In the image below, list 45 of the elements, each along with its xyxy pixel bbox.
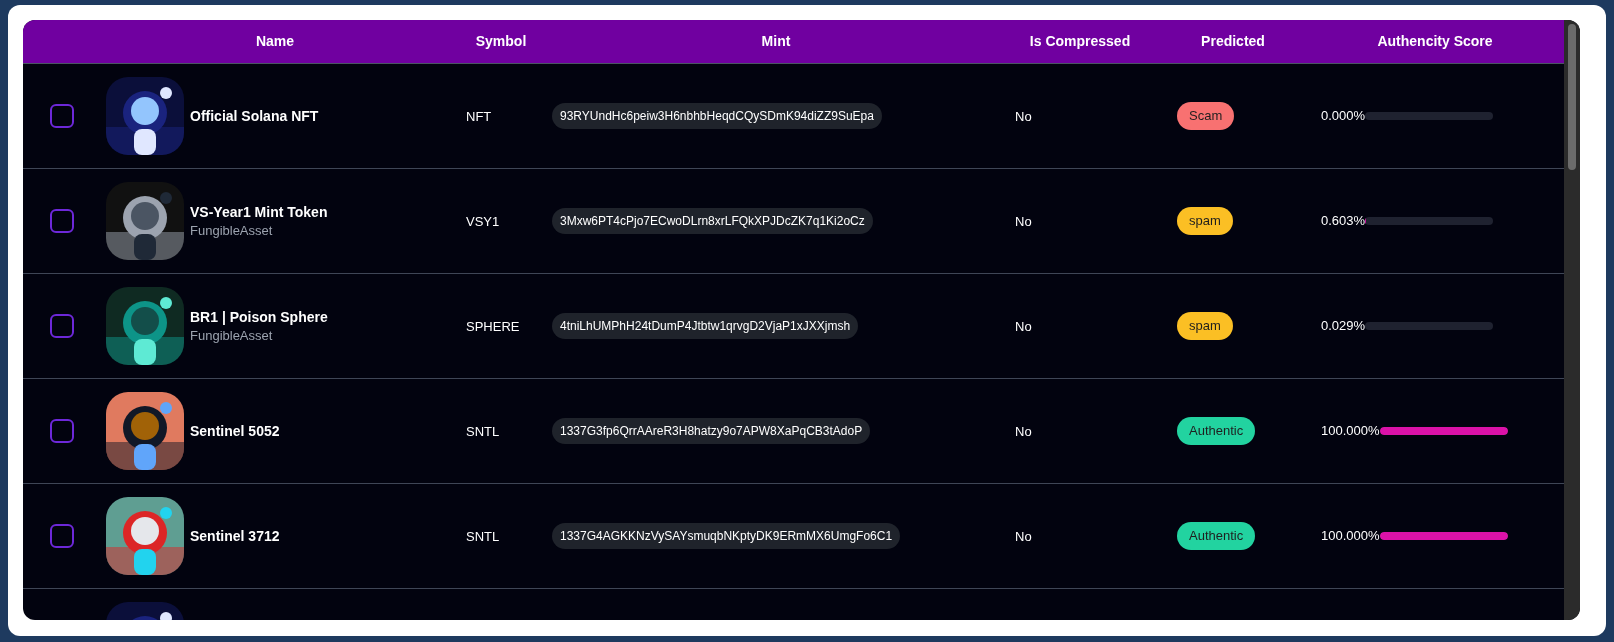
compressed-value: No bbox=[1015, 424, 1032, 439]
token-type: FungibleAsset bbox=[190, 222, 274, 240]
compressed-value: No bbox=[1015, 529, 1032, 544]
score-value: 0.029% bbox=[1321, 317, 1366, 336]
column-header: Predicted bbox=[1201, 32, 1265, 51]
score-value: 100.000% bbox=[1321, 422, 1380, 441]
token-symbol: SNTL bbox=[466, 424, 500, 439]
column-header: Mint bbox=[761, 32, 791, 51]
scrollbar-thumb[interactable] bbox=[1568, 24, 1576, 170]
token-name: Sentinel 5052 bbox=[190, 422, 280, 441]
mint-address: 4tniLhUMPhH24tDumP4Jtbtw1qrvgD2VjaP1xJXXjmsh bbox=[552, 313, 859, 339]
token-symbol: VSY1 bbox=[466, 214, 500, 229]
scrollbar[interactable] bbox=[1564, 20, 1580, 620]
score-value: 100.000% bbox=[1321, 527, 1380, 546]
token-symbol: SNTL bbox=[466, 529, 500, 544]
mint-address: 1337G4AGKKNzVySAYsmuqbNKptyDK9ERmMX6UmgFo6C1 bbox=[552, 523, 901, 549]
prediction-badge: Authentic bbox=[1177, 417, 1256, 445]
token-name: Sentinel 3712 bbox=[190, 527, 280, 546]
token-symbol: NFT bbox=[466, 109, 492, 124]
mint-address: 3Mxw6PT4cPjo7ECwoDLrn8xrLFQkXPJDcZK7q1Ki2oCz bbox=[552, 208, 873, 234]
checkbox[interactable] bbox=[49, 524, 74, 548]
column-header: Authencity Score bbox=[1377, 32, 1493, 51]
compressed-value: No bbox=[1015, 109, 1032, 124]
compressed-value: No bbox=[1015, 319, 1032, 334]
prediction-badge: spam bbox=[1177, 312, 1233, 340]
token-name: Official Solana NFT bbox=[190, 107, 319, 126]
compressed-value: No bbox=[1015, 214, 1032, 229]
checkbox[interactable] bbox=[49, 419, 74, 443]
score-value: 0.000% bbox=[1321, 107, 1366, 126]
column-header: Name bbox=[255, 32, 295, 51]
score-value: 0.603% bbox=[1321, 212, 1366, 231]
checkbox[interactable] bbox=[49, 209, 74, 233]
prediction-badge: Authentic bbox=[1177, 522, 1256, 550]
column-header: Symbol bbox=[475, 32, 527, 51]
column-header: Is Compressed bbox=[1029, 32, 1131, 51]
token-type: FungibleAsset bbox=[190, 327, 274, 345]
checkbox[interactable] bbox=[49, 314, 74, 338]
mint-address: 1337G3fp6QrrAAreR3H8hatzy9o7APW8XaPqCB3tAdoP bbox=[552, 418, 871, 444]
token-name: VS-Year1 Mint Token bbox=[190, 203, 328, 222]
prediction-badge: spam bbox=[1177, 207, 1233, 235]
checkbox[interactable] bbox=[49, 104, 74, 128]
mint-address: 93RYUndHc6peiw3H6nbhbHeqdCQySDmK94diZZ9SuEpa bbox=[552, 103, 882, 129]
token-name: BR1 | Poison Sphere bbox=[190, 308, 328, 327]
token-symbol: SPHERE bbox=[466, 319, 520, 334]
prediction-badge: Scam bbox=[1177, 102, 1235, 130]
